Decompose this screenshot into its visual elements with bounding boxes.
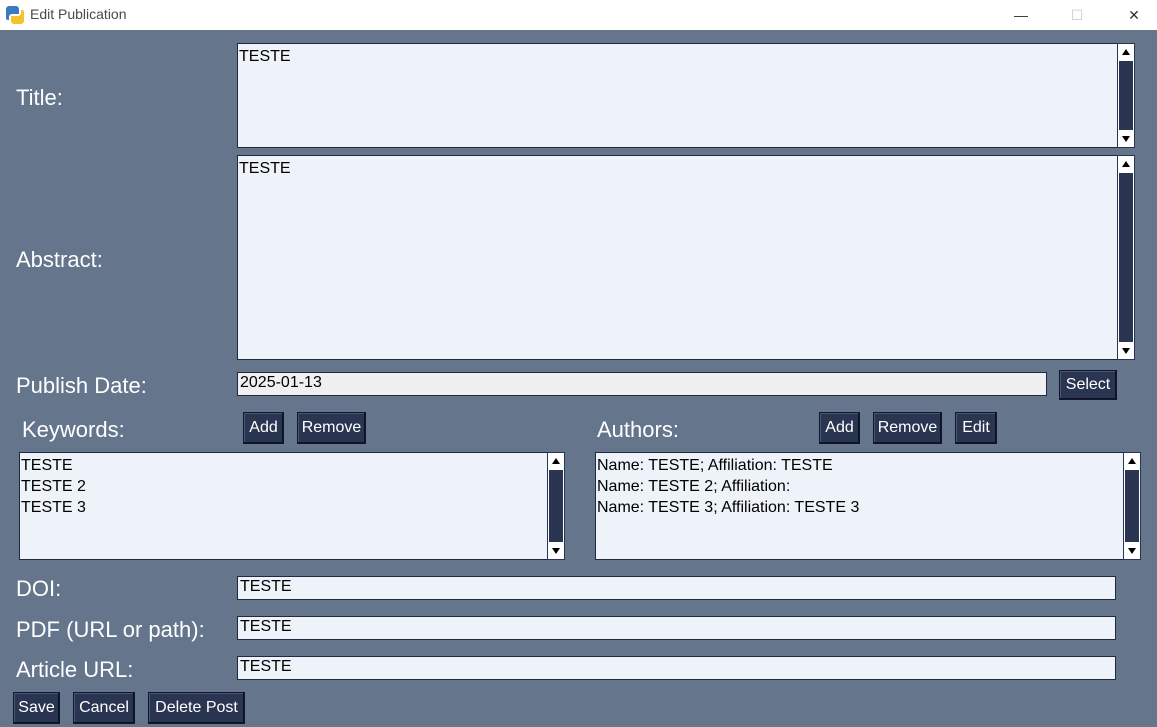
abstract-text: TESTE	[239, 160, 291, 177]
window-titlebar: Edit Publication — ☐ ✕	[0, 0, 1157, 30]
list-item[interactable]: Name: TESTE; Affiliation: TESTE	[597, 455, 1123, 476]
keywords-listbox[interactable]: TESTE TESTE 2 TESTE 3	[19, 452, 549, 560]
pdf-value: TESTE	[240, 618, 292, 635]
list-item[interactable]: Name: TESTE 3; Affiliation: TESTE 3	[597, 497, 1123, 518]
abstract-label: Abstract:	[16, 247, 103, 272]
scrollbar-trough[interactable]	[1119, 173, 1133, 342]
triangle-up-icon[interactable]	[549, 454, 563, 469]
title-text: TESTE	[239, 48, 291, 65]
triangle-up-icon[interactable]	[1125, 454, 1139, 469]
pdf-label: PDF (URL or path):	[16, 617, 205, 642]
publish-date-value: 2025-01-13	[240, 374, 322, 391]
list-item[interactable]: TESTE 2	[21, 476, 547, 497]
remove-keyword-button[interactable]: Remove	[297, 412, 366, 444]
scrollbar-trough[interactable]	[549, 470, 563, 542]
list-item[interactable]: Name: TESTE 2; Affiliation:	[597, 476, 1123, 497]
authors-scrollbar[interactable]	[1123, 452, 1141, 560]
save-button[interactable]: Save	[13, 692, 60, 724]
triangle-up-icon[interactable]	[1119, 45, 1133, 60]
keywords-label: Keywords:	[22, 417, 125, 442]
remove-author-button[interactable]: Remove	[873, 412, 942, 444]
abstract-textarea[interactable]: TESTE	[237, 155, 1118, 360]
authors-listbox[interactable]: Name: TESTE; Affiliation: TESTE Name: TE…	[595, 452, 1125, 560]
keywords-scrollbar[interactable]	[547, 452, 565, 560]
add-author-button[interactable]: Add	[819, 412, 860, 444]
cancel-button[interactable]: Cancel	[73, 692, 135, 724]
list-item[interactable]: TESTE 3	[21, 497, 547, 518]
article-url-value: TESTE	[240, 658, 292, 675]
abstract-scrollbar[interactable]	[1117, 155, 1135, 360]
edit-author-button[interactable]: Edit	[955, 412, 997, 444]
publish-date-input[interactable]: 2025-01-13	[237, 372, 1047, 396]
triangle-down-icon[interactable]	[549, 543, 563, 558]
python-logo-icon	[6, 6, 24, 24]
scrollbar-trough[interactable]	[1119, 61, 1133, 130]
doi-label: DOI:	[16, 576, 62, 601]
article-url-input[interactable]: TESTE	[237, 656, 1116, 680]
minimize-button[interactable]: —	[998, 0, 1044, 30]
scrollbar-trough[interactable]	[1125, 470, 1139, 542]
triangle-up-icon[interactable]	[1119, 157, 1133, 172]
doi-input[interactable]: TESTE	[237, 576, 1116, 600]
title-scrollbar[interactable]	[1117, 43, 1135, 148]
triangle-down-icon[interactable]	[1119, 343, 1133, 358]
pdf-input[interactable]: TESTE	[237, 616, 1116, 640]
triangle-down-icon[interactable]	[1125, 543, 1139, 558]
title-textarea[interactable]: TESTE	[237, 43, 1118, 148]
publish-date-label: Publish Date:	[16, 373, 147, 398]
add-keyword-button[interactable]: Add	[243, 412, 284, 444]
list-item[interactable]: TESTE	[21, 455, 547, 476]
window-title: Edit Publication	[30, 6, 127, 22]
select-date-button[interactable]: Select	[1059, 370, 1117, 400]
title-label: Title:	[16, 85, 63, 110]
doi-value: TESTE	[240, 578, 292, 595]
delete-post-button[interactable]: Delete Post	[148, 692, 245, 724]
close-button[interactable]: ✕	[1111, 0, 1157, 30]
maximize-button[interactable]: ☐	[1054, 0, 1100, 30]
authors-label: Authors:	[597, 417, 679, 442]
article-url-label: Article URL:	[16, 657, 134, 682]
triangle-down-icon[interactable]	[1119, 131, 1133, 146]
